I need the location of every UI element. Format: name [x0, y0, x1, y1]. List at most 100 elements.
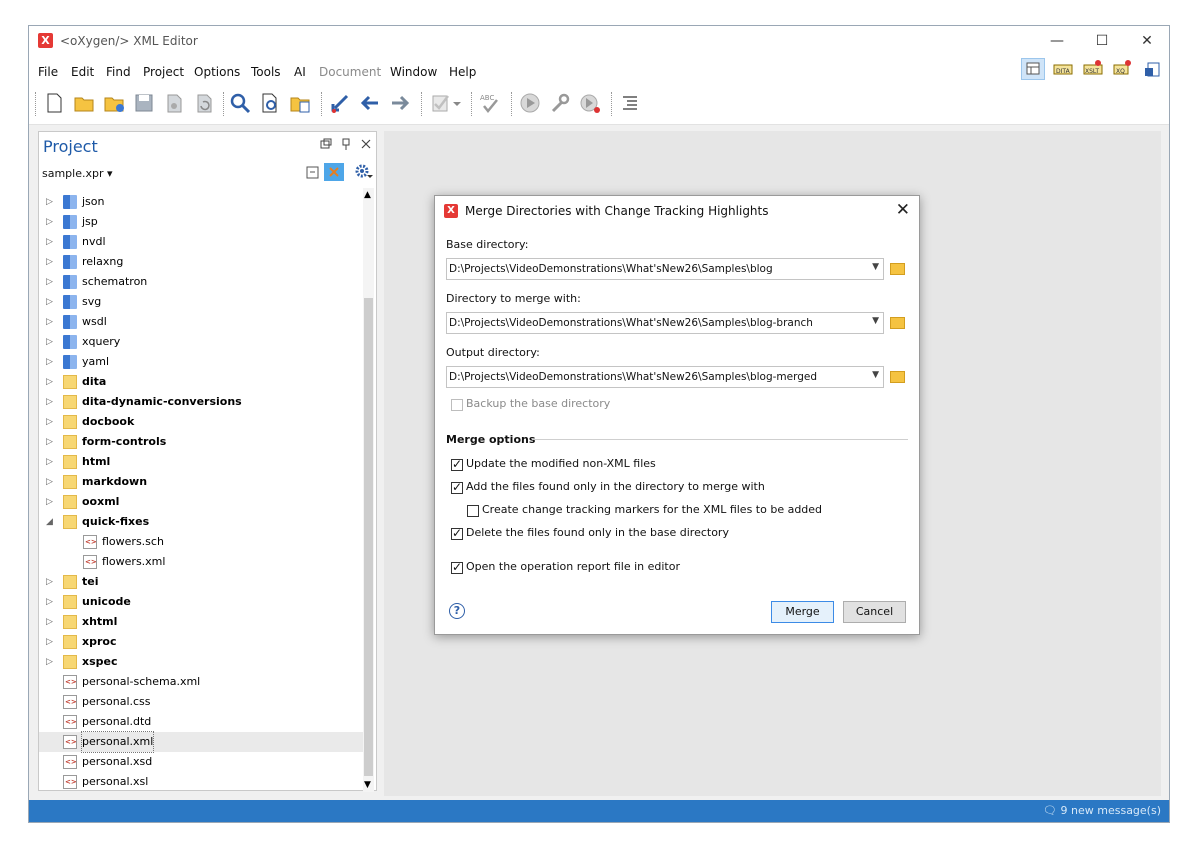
- collapsed-arrow-icon[interactable]: ▷: [46, 412, 53, 432]
- scroll-down-icon[interactable]: ▼: [364, 780, 371, 790]
- tree-item-unicode[interactable]: ▷ unicode: [39, 592, 364, 612]
- tree-item-flowers-xml[interactable]: flowers.xml: [39, 552, 364, 572]
- reload-icon[interactable]: [193, 92, 215, 114]
- base-directory-combo[interactable]: ▼: [446, 258, 884, 280]
- tree-item-personal-schema-xml[interactable]: personal-schema.xml: [39, 672, 364, 692]
- restore-panel-icon[interactable]: [320, 138, 332, 150]
- tree-item-personal-dtd[interactable]: personal.dtd: [39, 712, 364, 732]
- tree-item-docbook[interactable]: ▷ docbook: [39, 412, 364, 432]
- tree-item-jsp[interactable]: ▷ jsp: [39, 212, 364, 232]
- output-directory-combo[interactable]: ▼: [446, 366, 884, 388]
- delete-files-checkbox[interactable]: [451, 526, 463, 540]
- tree-item-dita-dynamic-conversions[interactable]: ▷ dita-dynamic-conversions: [39, 392, 364, 412]
- open-url-icon[interactable]: [103, 92, 125, 114]
- collapsed-arrow-icon[interactable]: ▷: [46, 392, 53, 412]
- dita-perspective-icon[interactable]: DITA: [1051, 58, 1075, 80]
- collapsed-arrow-icon[interactable]: ▷: [46, 292, 53, 312]
- tree-item-xspec[interactable]: ▷ xspec: [39, 652, 364, 672]
- xslt-debugger-icon[interactable]: XSLT: [1081, 58, 1105, 80]
- configure-transformation-icon[interactable]: [549, 92, 571, 114]
- output-directory-input[interactable]: [449, 369, 859, 385]
- apply-transformation-icon[interactable]: [519, 92, 541, 114]
- open-report-label[interactable]: Open the operation report file in editor: [466, 560, 680, 573]
- delete-files-label[interactable]: Delete the files found only in the base …: [466, 526, 729, 539]
- collapsed-arrow-icon[interactable]: ▷: [46, 272, 53, 292]
- collapsed-arrow-icon[interactable]: ▷: [46, 312, 53, 332]
- menu-help[interactable]: Help: [449, 65, 476, 79]
- close-button[interactable]: ✕: [1137, 32, 1157, 50]
- forward-icon[interactable]: [389, 92, 411, 114]
- chevron-down-icon[interactable]: ▼: [872, 316, 879, 326]
- scrollbar-thumb[interactable]: [364, 298, 373, 776]
- tree-item-personal-css[interactable]: personal.css: [39, 692, 364, 712]
- menu-options[interactable]: Options: [194, 65, 240, 79]
- tracking-markers-label[interactable]: Create change tracking markers for the X…: [482, 503, 822, 516]
- debug-transformation-icon[interactable]: [579, 92, 601, 114]
- menu-window[interactable]: Window: [390, 65, 437, 79]
- collapsed-arrow-icon[interactable]: ▷: [46, 212, 53, 232]
- tracking-markers-checkbox[interactable]: [467, 505, 479, 517]
- find-in-files-icon[interactable]: [259, 92, 281, 114]
- collapsed-arrow-icon[interactable]: ▷: [46, 492, 53, 512]
- settings-gear-icon[interactable]: [355, 164, 373, 180]
- collapsed-arrow-icon[interactable]: ▷: [46, 612, 53, 632]
- collapsed-arrow-icon[interactable]: ▷: [46, 472, 53, 492]
- database-perspective-icon[interactable]: [1141, 58, 1165, 80]
- tree-item-ooxml[interactable]: ▷ ooxml: [39, 492, 364, 512]
- collapsed-arrow-icon[interactable]: ▷: [46, 252, 53, 272]
- project-scrollbar[interactable]: ▲ ▼: [363, 188, 374, 792]
- minimize-button[interactable]: —: [1047, 32, 1067, 50]
- menu-file[interactable]: File: [38, 65, 58, 79]
- link-with-editor-icon[interactable]: [324, 163, 344, 181]
- base-directory-input[interactable]: [449, 261, 859, 277]
- tree-item-personal-xsl[interactable]: personal.xsl: [39, 772, 364, 792]
- tree-item-markdown[interactable]: ▷ markdown: [39, 472, 364, 492]
- save-all-icon[interactable]: [163, 92, 185, 114]
- find-icon[interactable]: [229, 92, 251, 114]
- tree-item-schematron[interactable]: ▷ schematron: [39, 272, 364, 292]
- collapsed-arrow-icon[interactable]: ▷: [46, 372, 53, 392]
- tree-item-xhtml[interactable]: ▷ xhtml: [39, 612, 364, 632]
- browse-merge-folder-icon[interactable]: [890, 317, 905, 329]
- tree-item-svg[interactable]: ▷ svg: [39, 292, 364, 312]
- tree-item-wsdl[interactable]: ▷ wsdl: [39, 312, 364, 332]
- tree-item-nvdl[interactable]: ▷ nvdl: [39, 232, 364, 252]
- browse-output-folder-icon[interactable]: [890, 371, 905, 383]
- browse-base-folder-icon[interactable]: [890, 263, 905, 275]
- add-files-checkbox[interactable]: [451, 480, 463, 494]
- cancel-button[interactable]: Cancel: [843, 601, 906, 623]
- tree-item-xquery[interactable]: ▷ xquery: [39, 332, 364, 352]
- merge-directory-combo[interactable]: ▼: [446, 312, 884, 334]
- format-indent-icon[interactable]: [619, 92, 641, 114]
- merge-directory-input[interactable]: [449, 315, 859, 331]
- collapsed-arrow-icon[interactable]: ▷: [46, 332, 53, 352]
- tree-item-relaxng[interactable]: ▷ relaxng: [39, 252, 364, 272]
- open-report-checkbox[interactable]: [451, 560, 463, 574]
- tree-item-personal-xml[interactable]: personal.xml: [39, 731, 364, 753]
- dialog-close-button[interactable]: ✕: [896, 200, 910, 220]
- tree-item-html[interactable]: ▷ html: [39, 452, 364, 472]
- collapsed-arrow-icon[interactable]: ▷: [46, 432, 53, 452]
- collapsed-arrow-icon[interactable]: ▷: [46, 592, 53, 612]
- expanded-arrow-icon[interactable]: ◢: [46, 512, 53, 532]
- xquery-debugger-icon[interactable]: XQ: [1111, 58, 1135, 80]
- validate-dropdown-icon[interactable]: [451, 92, 463, 114]
- tree-item-json[interactable]: ▷ json: [39, 192, 364, 212]
- collapsed-arrow-icon[interactable]: ▷: [46, 352, 53, 372]
- menu-edit[interactable]: Edit: [71, 65, 94, 79]
- back-icon[interactable]: [359, 92, 381, 114]
- tree-item-yaml[interactable]: ▷ yaml: [39, 352, 364, 372]
- tree-item-form-controls[interactable]: ▷ form-controls: [39, 432, 364, 452]
- tree-item-tei[interactable]: ▷ tei: [39, 572, 364, 592]
- open-folder-icon[interactable]: [73, 92, 95, 114]
- close-panel-icon[interactable]: [360, 138, 372, 150]
- add-files-label[interactable]: Add the files found only in the director…: [466, 480, 765, 493]
- tree-item-dita[interactable]: ▷ dita: [39, 372, 364, 392]
- menu-project[interactable]: Project: [143, 65, 184, 79]
- collapsed-arrow-icon[interactable]: ▷: [46, 452, 53, 472]
- menu-find[interactable]: Find: [106, 65, 131, 79]
- scroll-up-icon[interactable]: ▲: [364, 190, 371, 200]
- status-messages[interactable]: 🗨 9 new message(s): [1043, 804, 1161, 817]
- open-find-resource-icon[interactable]: [289, 92, 311, 114]
- update-nonxml-checkbox[interactable]: [451, 457, 463, 471]
